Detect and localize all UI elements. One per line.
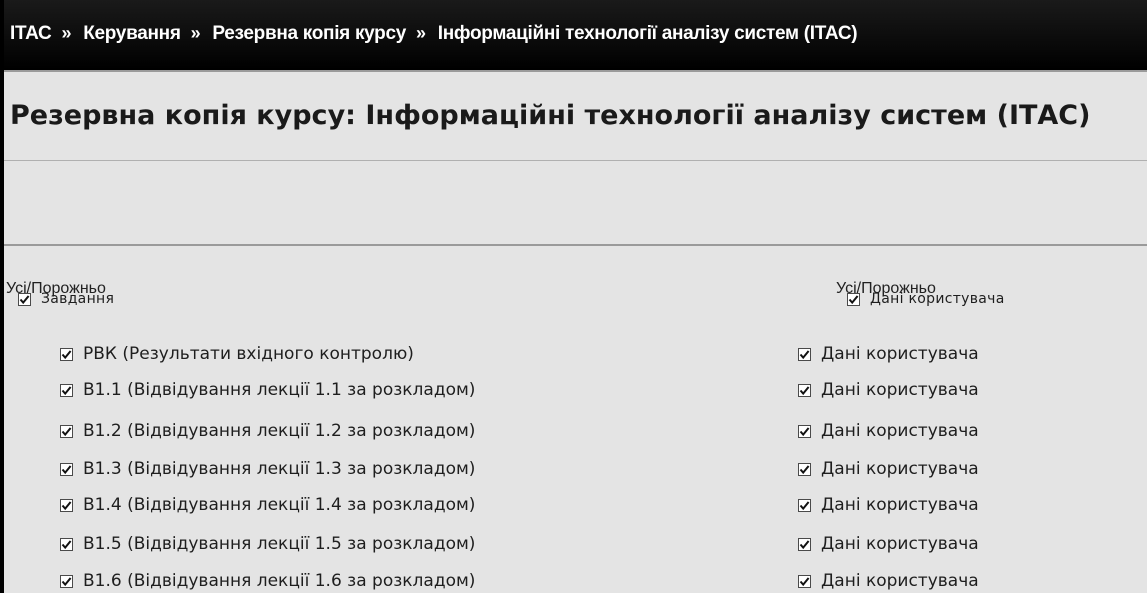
user-data-checkbox[interactable] (798, 498, 811, 512)
user-data-checkbox[interactable] (798, 462, 811, 476)
page-frame: ІТАС » Керування » Резервна копія курсу » Інфо… (0, 0, 1147, 593)
activity-row: В1.1 (Відвідування лекції 1.1 за розклад… (60, 380, 475, 400)
divider (4, 244, 1147, 246)
activity-label: В1.4 (Відвідування лекції 1.4 за розклад… (83, 495, 476, 515)
activity-label: В1.1 (Відвідування лекції 1.1 за розклад… (83, 380, 476, 400)
user-data-checkbox[interactable] (798, 424, 811, 438)
user-data-checkbox[interactable] (798, 574, 811, 588)
activity-row: В1.2 (Відвідування лекції 1.2 за розклад… (60, 421, 475, 441)
tasks-section-row: Завдання (18, 289, 114, 309)
user-data-label: Дані користувача (821, 380, 979, 400)
activity-label: В1.3 (Відвідування лекції 1.3 за розклад… (83, 459, 476, 479)
activity-label: РВК (Результати вхідного контролю) (83, 344, 414, 364)
activity-checkbox[interactable] (60, 347, 73, 361)
user-data-row: Дані користувача (798, 571, 979, 591)
activity-row: В1.3 (Відвідування лекції 1.3 за розклад… (60, 459, 475, 479)
divider (4, 160, 1147, 161)
user-data-label: Дані користувача (821, 459, 979, 479)
user-data-label: Дані користувача (821, 495, 979, 515)
activity-checkbox[interactable] (60, 383, 73, 397)
activity-checkbox[interactable] (60, 424, 73, 438)
breadcrumb-separator: » (190, 23, 201, 43)
breadcrumb-separator: » (61, 23, 72, 43)
user-data-label: Дані користувача (821, 571, 979, 591)
activity-checkbox[interactable] (60, 574, 73, 588)
user-data-row: Дані користувача (798, 380, 979, 400)
user-data-label: Дані користувача (821, 534, 979, 554)
user-data-label: Дані користувача (821, 421, 979, 441)
user-data-checkbox[interactable] (847, 292, 860, 306)
activity-checkbox[interactable] (60, 537, 73, 551)
activity-label: В1.2 (Відвідування лекції 1.2 за розклад… (83, 421, 476, 441)
user-data-row: Дані користувача (798, 459, 979, 479)
breadcrumb-item-admin[interactable]: Керування (83, 23, 181, 44)
navbar: ІТАС » Керування » Резервна копія курсу » Інфо… (4, 0, 1147, 72)
user-data-row: Дані користувача (798, 534, 979, 554)
user-data-label: Дані користувача (821, 344, 979, 364)
tasks-checkbox[interactable] (18, 292, 31, 306)
page-title: Резервна копія курсу: Інформаційні техно… (10, 100, 1091, 131)
breadcrumb-item-backup[interactable]: Резервна копія курсу (212, 23, 406, 44)
activity-row: В1.4 (Відвідування лекції 1.4 за розклад… (60, 495, 475, 515)
user-data-row: Дані користувача (798, 344, 979, 364)
activity-row: В1.6 (Відвідування лекції 1.6 за розклад… (60, 571, 475, 591)
activity-label: В1.5 (Відвідування лекції 1.5 за розклад… (83, 534, 476, 554)
user-data-checkbox[interactable] (798, 537, 811, 551)
activity-checkbox[interactable] (60, 462, 73, 476)
user-data-checkbox[interactable] (798, 383, 811, 397)
breadcrumb-item-course: Інформаційні технології аналізу систем (… (437, 23, 858, 44)
activity-label: В1.6 (Відвідування лекції 1.6 за розклад… (83, 571, 476, 591)
user-data-checkbox[interactable] (798, 347, 811, 361)
breadcrumb-separator: » (416, 23, 426, 43)
user-data-section-row: Дані користувача (847, 289, 1005, 309)
breadcrumb: ІТАС » Керування » Резервна копія курсу » Інфо… (10, 23, 858, 45)
user-data-row: Дані користувача (798, 495, 979, 515)
tasks-label: Завдання (41, 291, 115, 307)
user-data-row: Дані користувача (798, 421, 979, 441)
activity-row: РВК (Результати вхідного контролю) (60, 344, 414, 364)
activity-row: В1.5 (Відвідування лекції 1.5 за розклад… (60, 534, 475, 554)
user-data-label: Дані користувача (870, 291, 1005, 307)
breadcrumb-item-site[interactable]: ІТАС (10, 23, 52, 44)
activity-checkbox[interactable] (60, 498, 73, 512)
